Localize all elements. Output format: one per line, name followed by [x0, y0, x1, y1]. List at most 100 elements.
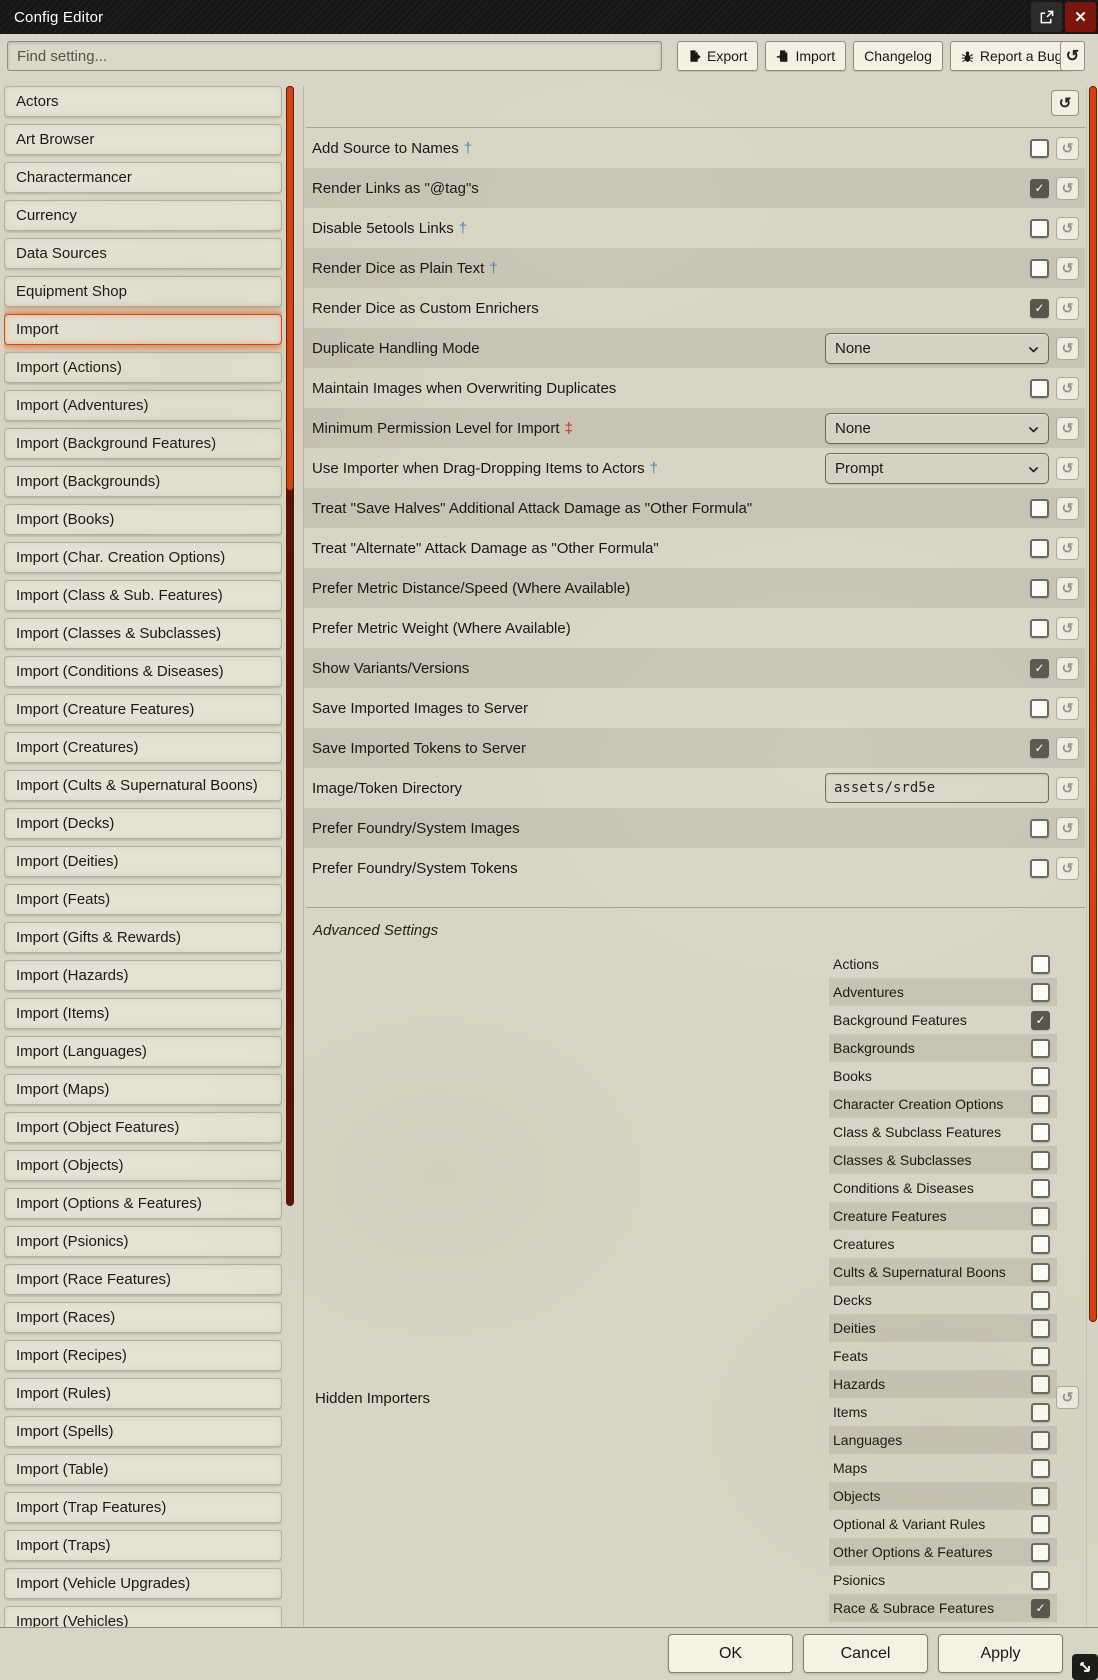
treat-alternate-attack-damage-as-other-formula-checkbox[interactable]: ✓	[1030, 539, 1049, 558]
minimum-permission-level-for-import-reset-button[interactable]: ↺	[1056, 417, 1079, 440]
sidebar-item-import[interactable]: Import	[4, 314, 282, 345]
close-button[interactable]: ✕	[1065, 2, 1096, 32]
sidebar-item-data-sources[interactable]: Data Sources	[4, 238, 282, 269]
sidebar-item-import-table[interactable]: Import (Table)	[4, 1454, 282, 1485]
disable-5etools-links-reset-button[interactable]: ↺	[1056, 217, 1079, 240]
cults-supernatural-boons-checkbox[interactable]: ✓	[1031, 1263, 1050, 1282]
items-checkbox[interactable]: ✓	[1031, 1403, 1050, 1422]
decks-checkbox[interactable]: ✓	[1031, 1291, 1050, 1310]
save-imported-tokens-to-server-reset-button[interactable]: ↺	[1056, 737, 1079, 760]
add-source-to-names-reset-button[interactable]: ↺	[1056, 137, 1079, 160]
sidebar-item-import-psionics[interactable]: Import (Psionics)	[4, 1226, 282, 1257]
prefer-foundry-system-images-checkbox[interactable]: ✓	[1030, 819, 1049, 838]
sidebar-item-import-traps[interactable]: Import (Traps)	[4, 1530, 282, 1561]
books-checkbox[interactable]: ✓	[1031, 1067, 1050, 1086]
resize-handle[interactable]	[1072, 1654, 1098, 1680]
toolbar-report-a-bug-button[interactable]: Report a Bug	[950, 41, 1074, 71]
sidebar-item-import-options-features[interactable]: Import (Options & Features)	[4, 1188, 282, 1219]
hazards-checkbox[interactable]: ✓	[1031, 1375, 1050, 1394]
maintain-images-when-overwriting-duplicates-checkbox[interactable]: ✓	[1030, 379, 1049, 398]
add-source-to-names-checkbox[interactable]: ✓	[1030, 139, 1049, 158]
toolbar-export-button[interactable]: Export	[677, 41, 758, 71]
image-token-directory-reset-button[interactable]: ↺	[1056, 777, 1079, 800]
classes-subclasses-checkbox[interactable]: ✓	[1031, 1151, 1050, 1170]
sidebar-item-import-class-sub-features[interactable]: Import (Class & Sub. Features)	[4, 580, 282, 611]
sidebar-item-import-rules[interactable]: Import (Rules)	[4, 1378, 282, 1409]
deities-checkbox[interactable]: ✓	[1031, 1319, 1050, 1338]
creature-features-checkbox[interactable]: ✓	[1031, 1207, 1050, 1226]
sidebar-item-import-books[interactable]: Import (Books)	[4, 504, 282, 535]
sidebar-item-import-trap-features[interactable]: Import (Trap Features)	[4, 1492, 282, 1523]
sidebar-item-currency[interactable]: Currency	[4, 200, 282, 231]
sidebar-item-import-deities[interactable]: Import (Deities)	[4, 846, 282, 877]
toolbar-changelog-button[interactable]: Changelog	[853, 41, 943, 71]
sidebar-scrollbar-thumb[interactable]	[286, 86, 294, 491]
class-subclass-features-checkbox[interactable]: ✓	[1031, 1123, 1050, 1142]
sidebar-item-import-recipes[interactable]: Import (Recipes)	[4, 1340, 282, 1371]
render-links-as-tag-s-reset-button[interactable]: ↺	[1056, 177, 1079, 200]
duplicate-handling-mode-reset-button[interactable]: ↺	[1056, 337, 1079, 360]
conditions-diseases-checkbox[interactable]: ✓	[1031, 1179, 1050, 1198]
popout-button[interactable]	[1031, 2, 1062, 32]
show-variants-versions-reset-button[interactable]: ↺	[1056, 657, 1079, 680]
treat-alternate-attack-damage-as-other-formula-reset-button[interactable]: ↺	[1056, 537, 1079, 560]
prefer-metric-distance-speed-where-available-checkbox[interactable]: ✓	[1030, 579, 1049, 598]
sidebar-item-import-backgrounds[interactable]: Import (Backgrounds)	[4, 466, 282, 497]
toolbar-import-button[interactable]: Import	[765, 41, 846, 71]
adventures-checkbox[interactable]: ✓	[1031, 983, 1050, 1002]
other-options-features-checkbox[interactable]: ✓	[1031, 1543, 1050, 1562]
sidebar-item-actors[interactable]: Actors	[4, 86, 282, 117]
race-subrace-features-checkbox[interactable]: ✓	[1031, 1599, 1050, 1618]
sidebar-item-import-vehicles[interactable]: Import (Vehicles)	[4, 1606, 282, 1627]
maintain-images-when-overwriting-duplicates-reset-button[interactable]: ↺	[1056, 377, 1079, 400]
save-imported-images-to-server-checkbox[interactable]: ✓	[1030, 699, 1049, 718]
objects-checkbox[interactable]: ✓	[1031, 1487, 1050, 1506]
sidebar-item-equipment-shop[interactable]: Equipment Shop	[4, 276, 282, 307]
psionics-checkbox[interactable]: ✓	[1031, 1571, 1050, 1590]
image-token-directory-input[interactable]	[825, 773, 1049, 803]
sidebar-item-import-classes-subclasses[interactable]: Import (Classes & Subclasses)	[4, 618, 282, 649]
toolbar-reset-button[interactable]: ↺	[1060, 41, 1085, 71]
sidebar-item-charactermancer[interactable]: Charactermancer	[4, 162, 282, 193]
main-scrollbar-thumb[interactable]	[1089, 86, 1097, 1322]
render-dice-as-plain-text-reset-button[interactable]: ↺	[1056, 257, 1079, 280]
sidebar-item-import-cults-supernatural-boons[interactable]: Import (Cults & Supernatural Boons)	[4, 770, 282, 801]
render-dice-as-custom-enrichers-checkbox[interactable]: ✓	[1030, 299, 1049, 318]
render-dice-as-plain-text-checkbox[interactable]: ✓	[1030, 259, 1049, 278]
treat-save-halves-additional-attack-damage-as-other-formula-checkbox[interactable]: ✓	[1030, 499, 1049, 518]
sidebar-item-import-spells[interactable]: Import (Spells)	[4, 1416, 282, 1447]
sidebar-item-import-creature-features[interactable]: Import (Creature Features)	[4, 694, 282, 725]
prefer-metric-weight-where-available-checkbox[interactable]: ✓	[1030, 619, 1049, 638]
save-imported-tokens-to-server-checkbox[interactable]: ✓	[1030, 739, 1049, 758]
sidebar-item-import-char-creation-options[interactable]: Import (Char. Creation Options)	[4, 542, 282, 573]
languages-checkbox[interactable]: ✓	[1031, 1431, 1050, 1450]
apply-button[interactable]: Apply	[938, 1634, 1063, 1673]
backgrounds-checkbox[interactable]: ✓	[1031, 1039, 1050, 1058]
save-imported-images-to-server-reset-button[interactable]: ↺	[1056, 697, 1079, 720]
render-links-as-tag-s-checkbox[interactable]: ✓	[1030, 179, 1049, 198]
feats-checkbox[interactable]: ✓	[1031, 1347, 1050, 1366]
sidebar-item-import-background-features[interactable]: Import (Background Features)	[4, 428, 282, 459]
maps-checkbox[interactable]: ✓	[1031, 1459, 1050, 1478]
sidebar-item-import-creatures[interactable]: Import (Creatures)	[4, 732, 282, 763]
treat-save-halves-additional-attack-damage-as-other-formula-reset-button[interactable]: ↺	[1056, 497, 1079, 520]
sidebar-item-import-objects[interactable]: Import (Objects)	[4, 1150, 282, 1181]
use-importer-when-drag-dropping-items-to-actors-select[interactable]: Prompt	[825, 453, 1049, 484]
cancel-button[interactable]: Cancel	[803, 1634, 928, 1673]
minimum-permission-level-for-import-select[interactable]: None	[825, 413, 1049, 444]
render-dice-as-custom-enrichers-reset-button[interactable]: ↺	[1056, 297, 1079, 320]
background-features-checkbox[interactable]: ✓	[1031, 1011, 1050, 1030]
sidebar-item-import-gifts-rewards[interactable]: Import (Gifts & Rewards)	[4, 922, 282, 953]
duplicate-handling-mode-select[interactable]: None	[825, 333, 1049, 364]
prefer-metric-weight-where-available-reset-button[interactable]: ↺	[1056, 617, 1079, 640]
hidden-importers-reset-button[interactable]: ↺	[1056, 1386, 1079, 1409]
sidebar-item-import-feats[interactable]: Import (Feats)	[4, 884, 282, 915]
creatures-checkbox[interactable]: ✓	[1031, 1235, 1050, 1254]
sidebar-item-import-race-features[interactable]: Import (Race Features)	[4, 1264, 282, 1295]
optional-variant-rules-checkbox[interactable]: ✓	[1031, 1515, 1050, 1534]
reset-all-button[interactable]: ↺	[1051, 90, 1079, 116]
sidebar-item-import-object-features[interactable]: Import (Object Features)	[4, 1112, 282, 1143]
actions-checkbox[interactable]: ✓	[1031, 955, 1050, 974]
prefer-metric-distance-speed-where-available-reset-button[interactable]: ↺	[1056, 577, 1079, 600]
sidebar-item-import-items[interactable]: Import (Items)	[4, 998, 282, 1029]
